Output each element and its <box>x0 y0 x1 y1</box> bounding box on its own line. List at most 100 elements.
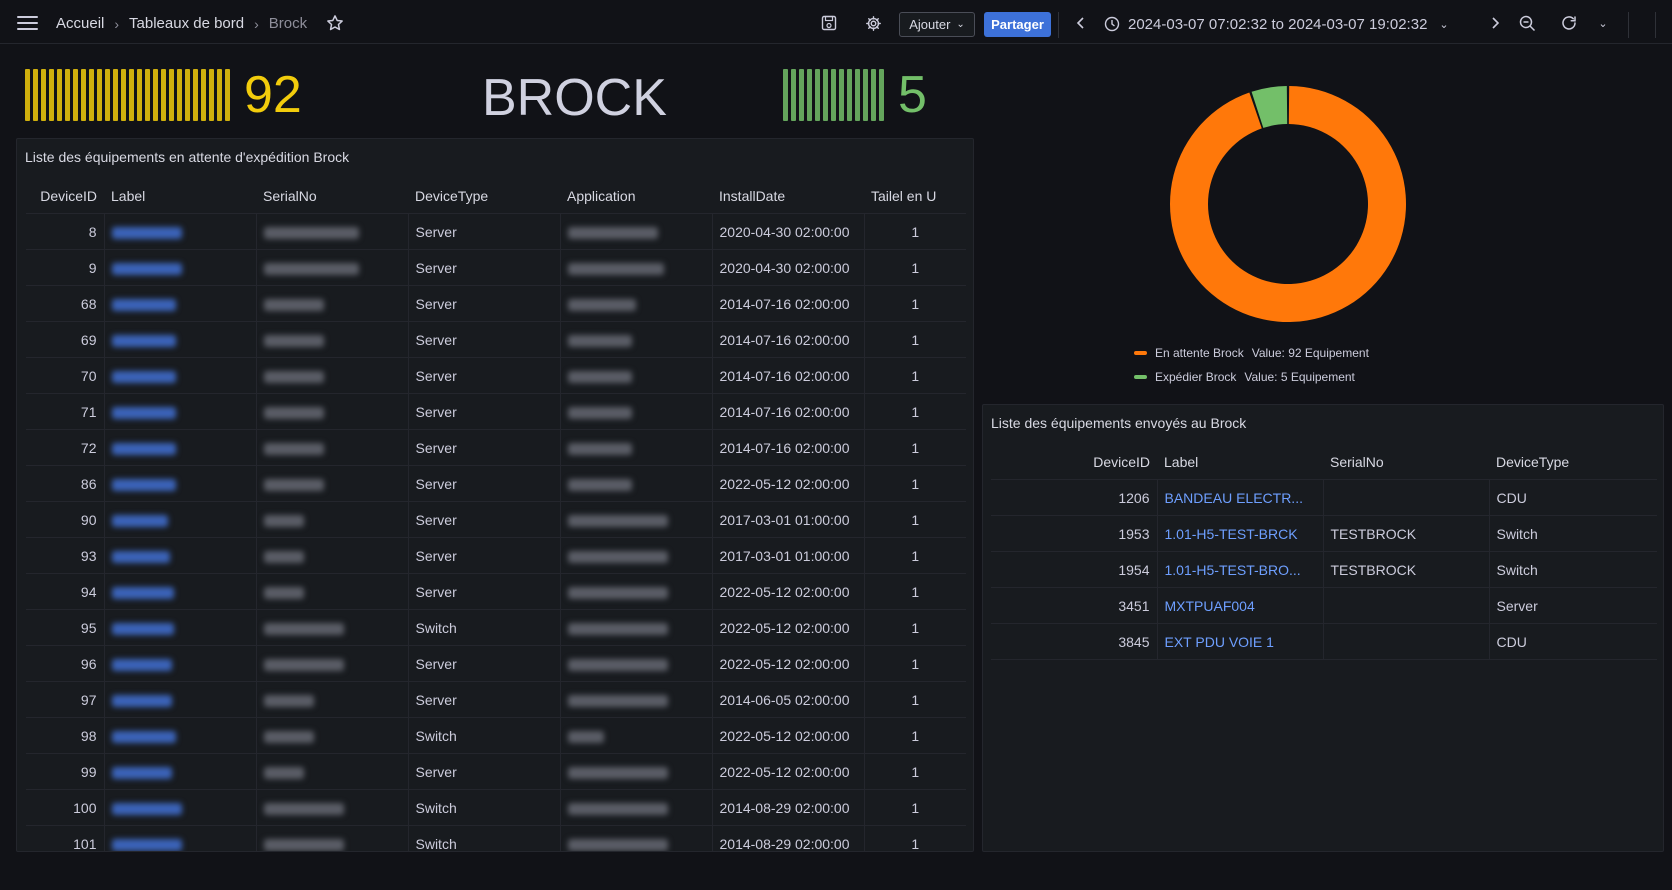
gauge-bar-segment <box>137 69 142 121</box>
legend-item-shipped[interactable]: Expédier Brock Value: 5 Equipement <box>1134 370 1355 384</box>
star-icon[interactable] <box>326 14 344 32</box>
device-label-link[interactable]: EXT PDU VOIE 1 <box>1157 623 1324 660</box>
label-cell-redacted[interactable] <box>104 681 257 718</box>
breadcrumb: Accueil › Tableaux de bord › Brock <box>56 15 307 32</box>
table-row[interactable]: 96 Server 2022-05-12 02:00:00 1 <box>26 645 966 682</box>
column-header[interactable]: DeviceID <box>991 445 1157 480</box>
label-cell-redacted[interactable] <box>104 249 257 286</box>
redacted-text <box>263 514 304 527</box>
breadcrumb-dashboards[interactable]: Tableaux de bord <box>129 15 244 32</box>
legend-item-pending[interactable]: En attente Brock Value: 92 Equipement <box>1134 346 1369 360</box>
gauge-bar-segment <box>89 69 94 121</box>
time-forward-icon[interactable] <box>1484 12 1506 34</box>
table-row[interactable]: 94 Server 2022-05-12 02:00:00 1 <box>26 573 966 610</box>
serial-cell-redacted <box>256 789 409 826</box>
table-row[interactable]: 3451 MXTPUAF004 Server <box>991 587 1657 624</box>
label-cell-redacted[interactable] <box>104 753 257 790</box>
label-cell-redacted[interactable] <box>104 357 257 394</box>
device-id-cell: 96 <box>26 645 105 682</box>
table-row[interactable]: 95 Switch 2022-05-12 02:00:00 1 <box>26 609 966 646</box>
chevron-down-icon: ⌄ <box>956 19 965 30</box>
redacted-text <box>567 550 668 563</box>
label-cell-redacted[interactable] <box>104 717 257 754</box>
label-cell-redacted[interactable] <box>104 537 257 574</box>
donut-slice-pending[interactable] <box>1170 86 1406 323</box>
column-header[interactable]: DeviceType <box>408 179 560 214</box>
device-label-link[interactable]: 1.01-H5-TEST-BRO... <box>1157 551 1324 588</box>
device-id-cell: 100 <box>26 789 105 826</box>
table-row[interactable]: 1953 1.01-H5-TEST-BRCK TESTBROCK Switch <box>991 515 1657 552</box>
install-date-cell: 2014-08-29 02:00:00 <box>712 789 865 826</box>
label-cell-redacted[interactable] <box>104 285 257 322</box>
label-cell-redacted[interactable] <box>104 789 257 826</box>
device-label-link[interactable]: BANDEAU ELECTR... <box>1157 479 1324 516</box>
table-row[interactable]: 3845 EXT PDU VOIE 1 CDU <box>991 623 1657 660</box>
device-label-link[interactable]: MXTPUAF004 <box>1157 587 1324 624</box>
redacted-text <box>111 226 182 239</box>
device-id-cell: 98 <box>26 717 105 754</box>
table-row[interactable]: 8 Server 2020-04-30 02:00:00 1 <box>26 213 966 250</box>
label-cell-redacted[interactable] <box>104 645 257 682</box>
label-cell-redacted[interactable] <box>104 609 257 646</box>
gauge-bar-segment <box>783 69 788 121</box>
time-range-picker[interactable]: 2024-03-07 07:02:32 to 2024-03-07 19:02:… <box>1104 13 1449 35</box>
column-header[interactable]: Label <box>1157 445 1323 480</box>
label-cell-redacted[interactable] <box>104 465 257 502</box>
table-row[interactable]: 97 Server 2014-06-05 02:00:00 1 <box>26 681 966 718</box>
column-header[interactable]: DeviceID <box>26 179 104 214</box>
table-row[interactable]: 70 Server 2014-07-16 02:00:00 1 <box>26 357 966 394</box>
table-row[interactable]: 101 Switch 2014-08-29 02:00:00 1 <box>26 825 966 851</box>
column-header[interactable]: SerialNo <box>256 179 408 214</box>
menu-icon[interactable] <box>17 16 38 30</box>
table-row[interactable]: 72 Server 2014-07-16 02:00:00 1 <box>26 429 966 466</box>
legend-swatch <box>1134 351 1147 355</box>
column-header[interactable]: SerialNo <box>1323 445 1489 480</box>
refresh-icon[interactable] <box>1558 12 1580 34</box>
zoom-out-icon[interactable] <box>1516 12 1538 34</box>
share-button[interactable]: Partager <box>984 12 1051 37</box>
table-row[interactable]: 69 Server 2014-07-16 02:00:00 1 <box>26 321 966 358</box>
table-row[interactable]: 99 Server 2022-05-12 02:00:00 1 <box>26 753 966 790</box>
install-date-cell: 2014-08-29 02:00:00 <box>712 825 865 851</box>
label-cell-redacted[interactable] <box>104 213 257 250</box>
redacted-text <box>263 334 324 347</box>
table-row[interactable]: 93 Server 2017-03-01 01:00:00 1 <box>26 537 966 574</box>
label-cell-redacted[interactable] <box>104 393 257 430</box>
label-cell-redacted[interactable] <box>104 501 257 538</box>
chevron-down-icon: ⌄ <box>1439 18 1449 31</box>
column-header[interactable]: Application <box>560 179 712 214</box>
table-row[interactable]: 90 Server 2017-03-01 01:00:00 1 <box>26 501 966 538</box>
device-type-cell: Server <box>408 429 561 466</box>
table-row[interactable]: 100 Switch 2014-08-29 02:00:00 1 <box>26 789 966 826</box>
device-type-cell: Server <box>408 285 561 322</box>
table-row[interactable]: 98 Switch 2022-05-12 02:00:00 1 <box>26 717 966 754</box>
device-type-cell: Switch <box>1489 551 1657 588</box>
time-back-icon[interactable] <box>1070 12 1092 34</box>
rack-units-cell: 1 <box>864 825 966 851</box>
refresh-interval-dropdown-icon[interactable]: ⌄ <box>1592 12 1614 34</box>
redacted-text <box>567 622 668 635</box>
label-cell-redacted[interactable] <box>104 825 257 851</box>
column-header[interactable]: InstallDate <box>712 179 864 214</box>
table-row[interactable]: 1954 1.01-H5-TEST-BRO... TESTBROCK Switch <box>991 551 1657 588</box>
pending-count: 92 <box>244 66 302 124</box>
table-row[interactable]: 71 Server 2014-07-16 02:00:00 1 <box>26 393 966 430</box>
table-row[interactable]: 86 Server 2022-05-12 02:00:00 1 <box>26 465 966 502</box>
device-label-link[interactable]: 1.01-H5-TEST-BRCK <box>1157 515 1324 552</box>
table-row[interactable]: 9 Server 2020-04-30 02:00:00 1 <box>26 249 966 286</box>
add-button[interactable]: Ajouter ⌄ <box>899 12 975 37</box>
save-icon[interactable] <box>818 12 840 34</box>
table-row[interactable]: 1206 BANDEAU ELECTR... CDU <box>991 479 1657 516</box>
column-header[interactable]: Tailel en U <box>864 179 966 214</box>
column-header[interactable]: DeviceType <box>1489 445 1657 480</box>
redacted-text <box>567 370 632 383</box>
label-cell-redacted[interactable] <box>104 429 257 466</box>
breadcrumb-home[interactable]: Accueil <box>56 15 104 32</box>
redacted-text <box>567 478 632 491</box>
serial-cell-redacted <box>256 645 409 682</box>
column-header[interactable]: Label <box>104 179 256 214</box>
label-cell-redacted[interactable] <box>104 321 257 358</box>
settings-gear-icon[interactable] <box>862 12 884 34</box>
table-row[interactable]: 68 Server 2014-07-16 02:00:00 1 <box>26 285 966 322</box>
label-cell-redacted[interactable] <box>104 573 257 610</box>
